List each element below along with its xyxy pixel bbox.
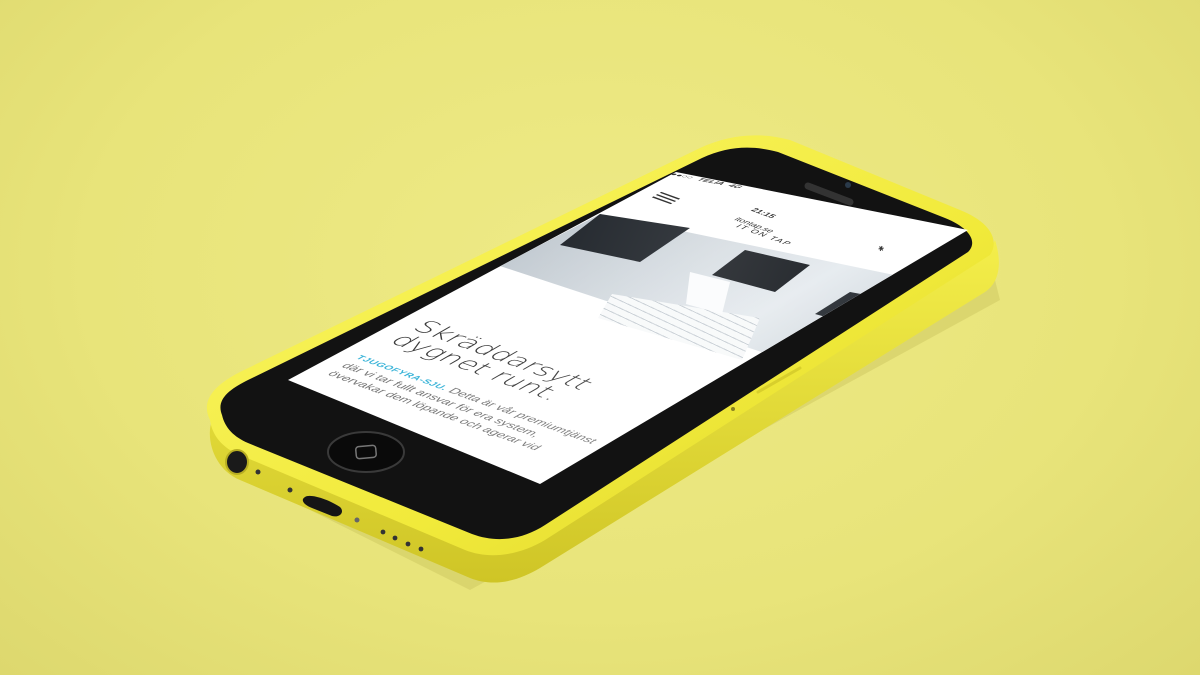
mockup-stage: ●●○○ TELIA 4G 21:15 itontap.se IT ON TAP…	[0, 0, 1200, 675]
speaker-hole	[392, 535, 398, 541]
mic-hole-2	[287, 487, 293, 493]
speaker-hole	[418, 546, 424, 552]
side-mic	[731, 407, 735, 411]
headphone-jack	[225, 449, 249, 475]
speaker-hole	[405, 541, 411, 547]
front-camera	[845, 182, 851, 188]
home-button[interactable]	[327, 431, 405, 473]
screw	[354, 517, 360, 523]
speaker-hole	[380, 529, 386, 535]
mic-hole	[255, 469, 261, 475]
